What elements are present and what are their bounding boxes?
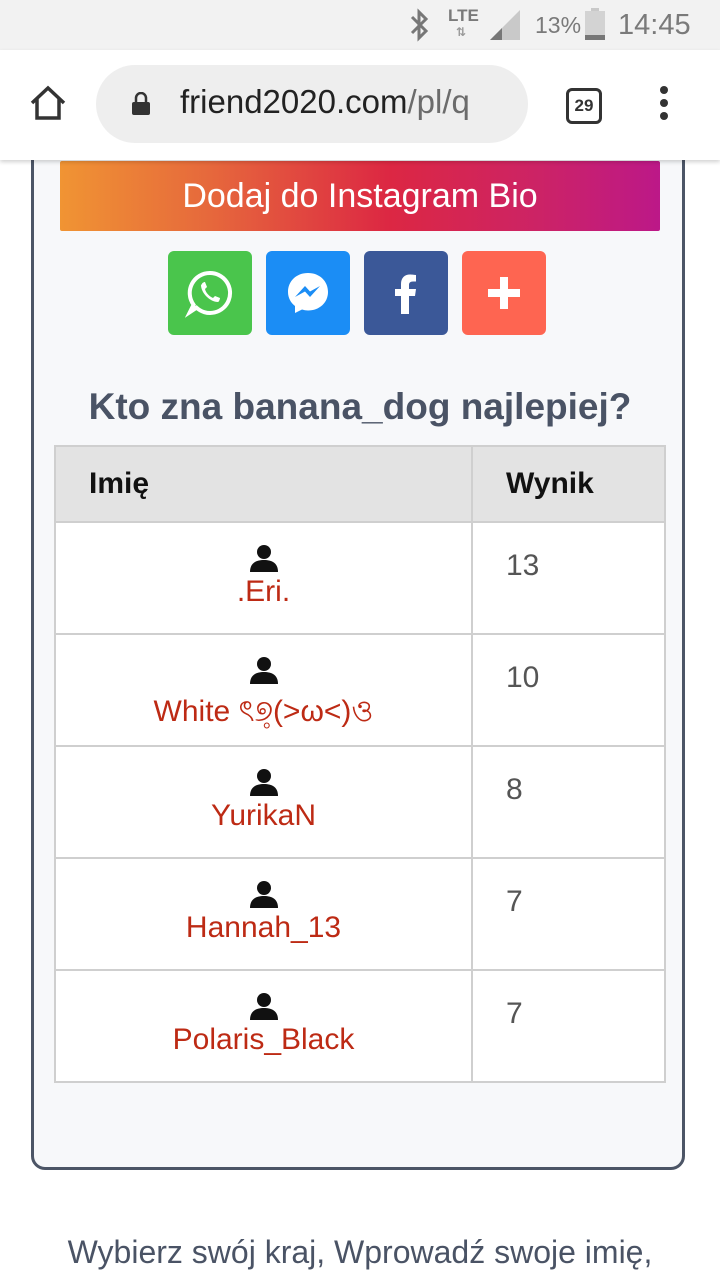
more-share-button[interactable] [462, 251, 546, 335]
network-type: LTE ⇅ [448, 6, 479, 39]
name-cell: Hannah_13 [54, 857, 473, 971]
bluetooth-icon [410, 8, 429, 42]
column-header-name: Imię [54, 445, 473, 523]
table-row: YurikaN 8 [54, 745, 666, 859]
score-cell: 13 [471, 521, 666, 635]
user-avatar-icon [249, 993, 278, 1020]
player-name[interactable]: Polaris_Black [56, 1023, 471, 1057]
score-cell: 7 [471, 857, 666, 971]
name-cell: White ৎ୭̥(>ω<)ও [54, 633, 473, 747]
home-icon[interactable] [28, 83, 68, 123]
table-row: Polaris_Black 7 [54, 969, 666, 1083]
user-avatar-icon [249, 769, 278, 796]
instructions-text: Wybierz swój kraj, Wprowadź swoje imię, [67, 1234, 653, 1270]
score-cell: 7 [471, 969, 666, 1083]
messenger-share-button[interactable] [266, 251, 350, 335]
name-cell: YurikaN [54, 745, 473, 859]
leaderboard-title: Kto zna banana_dog najlepiej? [88, 386, 632, 427]
clock: 14:45 [618, 9, 691, 41]
name-cell: Polaris_Black [54, 969, 473, 1083]
user-avatar-icon [249, 657, 278, 684]
tab-switcher-button[interactable]: 29 [566, 88, 602, 124]
facebook-icon [395, 274, 416, 314]
overflow-menu-icon[interactable] [652, 86, 676, 124]
battery-percent: 13% [535, 12, 582, 38]
column-header-score: Wynik [471, 445, 666, 523]
player-name[interactable]: .Eri. [56, 575, 471, 609]
name-cell: .Eri. [54, 521, 473, 635]
signal-icon [490, 10, 520, 40]
url-text: friend2020.com/pl/q [180, 83, 470, 120]
table-header-row: Imię Wynik [54, 445, 666, 523]
table-row: Hannah_13 7 [54, 857, 666, 971]
plus-icon [488, 277, 520, 309]
browser-toolbar: friend2020.com/pl/q 29 [0, 50, 720, 160]
address-bar[interactable]: friend2020.com/pl/q [96, 65, 528, 143]
whatsapp-icon [185, 270, 232, 318]
status-bar: LTE ⇅ 13% 14:45 [0, 0, 720, 50]
data-arrows-icon: ⇅ [456, 25, 467, 39]
user-avatar-icon [249, 881, 278, 908]
table-row: .Eri. 13 [54, 521, 666, 635]
player-name[interactable]: Hannah_13 [56, 911, 471, 945]
player-name[interactable]: YurikaN [56, 799, 471, 833]
leaderboard-table: Imię Wynik .Eri. 13 White ৎ୭̥(>ω<)ও 10 Y… [54, 445, 666, 1083]
whatsapp-share-button[interactable] [168, 251, 252, 335]
battery-icon [585, 8, 605, 40]
instagram-bio-button[interactable]: Dodaj do Instagram Bio [60, 161, 660, 231]
score-cell: 8 [471, 745, 666, 859]
facebook-share-button[interactable] [364, 251, 448, 335]
lock-icon [132, 92, 150, 115]
player-name[interactable]: White ৎ୭̥(>ω<)ও [56, 687, 471, 738]
table-row: White ৎ୭̥(>ω<)ও 10 [54, 633, 666, 747]
score-cell: 10 [471, 633, 666, 747]
messenger-icon [288, 273, 328, 313]
user-avatar-icon [249, 545, 278, 572]
